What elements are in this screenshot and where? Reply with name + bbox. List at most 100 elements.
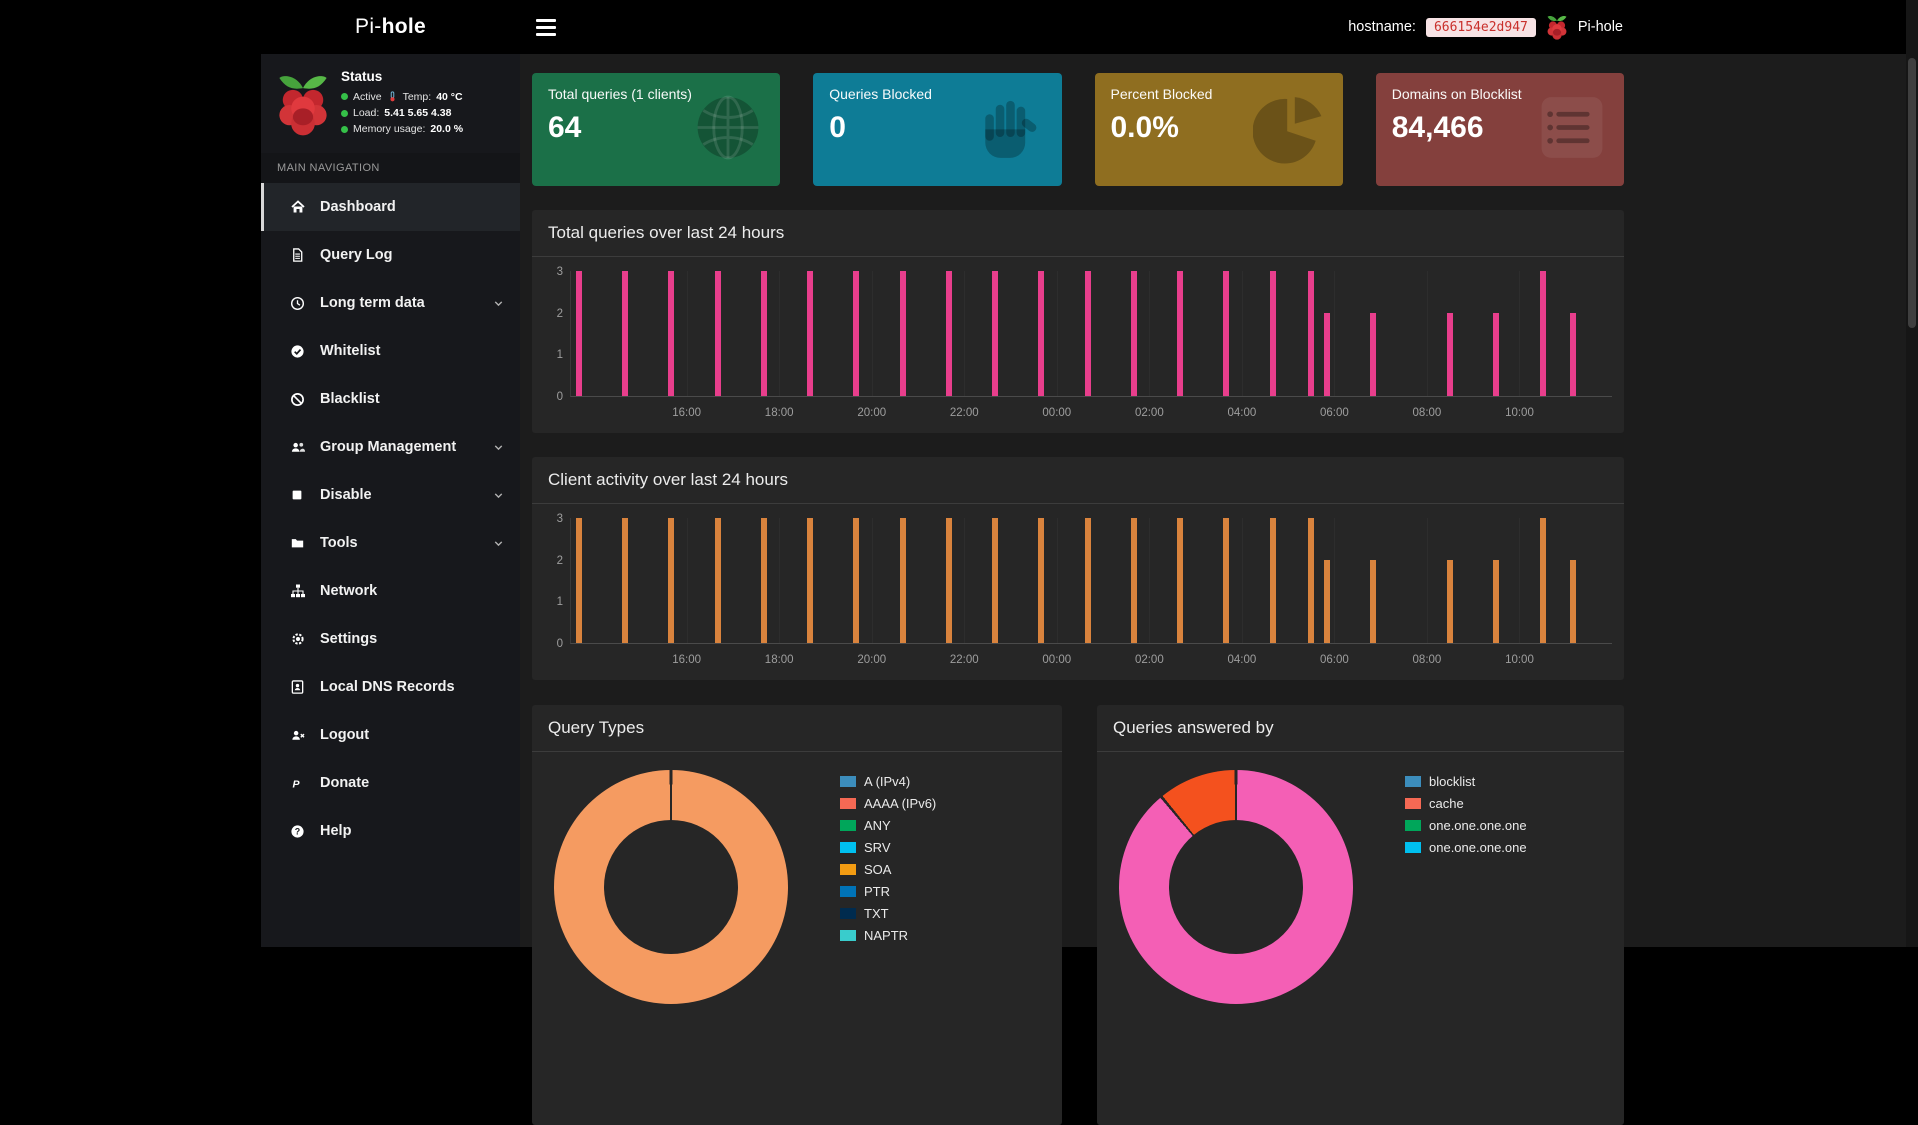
x-axis-tick-label: 04:00 <box>1227 654 1256 666</box>
legend-swatch <box>1405 820 1421 831</box>
summary-card-domains-on-blocklist[interactable]: Domains on Blocklist84,466 <box>1376 73 1624 186</box>
gridline <box>779 271 780 396</box>
chart-bar <box>668 271 674 396</box>
legend-item-txt[interactable]: TXT <box>840 902 936 924</box>
top-navbar: Pi-hole hostname: 666154e2d947 <box>261 0 1918 54</box>
x-axis-tick-label: 06:00 <box>1320 654 1349 666</box>
summary-card-queries-blocked[interactable]: Queries Blocked0 <box>813 73 1061 186</box>
panel-queries-answered: Queries answered by blocklistcacheone.on… <box>1097 705 1624 1125</box>
chart-bar <box>1493 560 1499 643</box>
legend-swatch <box>1405 776 1421 787</box>
chart-bar <box>576 518 582 643</box>
y-axis-tick-label: 3 <box>543 513 563 525</box>
chart-bar <box>807 518 813 643</box>
gridline <box>964 518 965 643</box>
sidebar-item-label: Donate <box>320 775 369 791</box>
users-icon <box>290 440 307 455</box>
scrollbar-thumb[interactable] <box>1908 58 1916 328</box>
chart-bar <box>715 271 721 396</box>
sidebar-item-query-log[interactable]: Query Log <box>261 231 520 279</box>
chevron-down-icon <box>492 297 505 310</box>
status-active-label: Active <box>353 91 382 103</box>
chart-bar <box>1570 560 1576 643</box>
legend-label: SRV <box>864 840 891 855</box>
sidebar-item-label: Disable <box>320 487 372 503</box>
chart-bar <box>900 518 906 643</box>
page-scrollbar[interactable] <box>1906 0 1918 947</box>
load-label: Load: <box>353 107 379 119</box>
chevron-down-icon <box>492 489 505 502</box>
logo-text-bold: hole <box>382 15 426 39</box>
sidebar-logo[interactable]: Pi-hole <box>261 0 520 54</box>
legend-swatch <box>840 930 856 941</box>
gridline <box>1149 271 1150 396</box>
legend-item-srv[interactable]: SRV <box>840 836 936 858</box>
legend-label: AAAA (IPv6) <box>864 796 936 811</box>
hostname-badge: 666154e2d947 <box>1426 18 1536 37</box>
sidebar-section-label: MAIN NAVIGATION <box>261 153 520 183</box>
status-title: Status <box>341 69 463 84</box>
queries-answered-donut-chart <box>1119 770 1353 1004</box>
sidebar-item-help[interactable]: ?Help <box>261 807 520 855</box>
legend-item-one-one-one-one[interactable]: one.one.one.one <box>1405 836 1527 858</box>
gridline <box>1334 518 1335 643</box>
legend-swatch <box>840 842 856 853</box>
sidebar-item-label: Dashboard <box>320 199 396 215</box>
sidebar-item-dashboard[interactable]: Dashboard <box>261 183 520 231</box>
summary-cards-row: Total queries (1 clients)64 Queries Block… <box>532 73 1624 186</box>
x-axis-tick-label: 20:00 <box>857 407 886 419</box>
gridline <box>964 271 965 396</box>
chart-bar <box>853 518 859 643</box>
gridline <box>1242 271 1243 396</box>
gridline <box>1149 518 1150 643</box>
panel-query-types: Query Types A (IPv4)AAAA (IPv6)ANYSRVSOA… <box>532 705 1062 1125</box>
sidebar-item-tools[interactable]: Tools <box>261 519 520 567</box>
sidebar-item-group-management[interactable]: Group Management <box>261 423 520 471</box>
sidebar-item-blacklist[interactable]: Blacklist <box>261 375 520 423</box>
bottom-panels-row: Query Types A (IPv4)AAAA (IPv6)ANYSRVSOA… <box>532 680 1624 1125</box>
sidebar-item-local-dns-records[interactable]: Local DNS Records <box>261 663 520 711</box>
gridline <box>1057 518 1058 643</box>
raspberry-logo-icon <box>276 69 330 141</box>
legend-item-ptr[interactable]: PTR <box>840 880 936 902</box>
memory-label: Memory usage: <box>353 123 425 135</box>
x-axis-tick-label: 18:00 <box>765 407 794 419</box>
x-axis-tick-label: 02:00 <box>1135 407 1164 419</box>
sidebar-item-long-term-data[interactable]: Long term data <box>261 279 520 327</box>
legend-item-any[interactable]: ANY <box>840 814 936 836</box>
hand-icon <box>972 89 1048 170</box>
y-axis-tick-label: 1 <box>543 349 563 361</box>
chart-bar <box>900 271 906 396</box>
panel-title-client-activity: Client activity over last 24 hours <box>532 457 1624 504</box>
legend-swatch <box>1405 798 1421 809</box>
sidebar-item-label: Tools <box>320 535 358 551</box>
summary-card-percent-blocked[interactable]: Percent Blocked0.0% <box>1095 73 1343 186</box>
legend-item-soa[interactable]: SOA <box>840 858 936 880</box>
check-circle-icon <box>290 344 307 359</box>
sidebar-item-settings[interactable]: Settings <box>261 615 520 663</box>
legend-label: blocklist <box>1429 774 1475 789</box>
summary-card-total-queries-1-clients[interactable]: Total queries (1 clients)64 <box>532 73 780 186</box>
legend-item-cache[interactable]: cache <box>1405 792 1527 814</box>
svg-text:P: P <box>292 778 300 790</box>
y-axis-tick-label: 1 <box>543 596 563 608</box>
sidebar-item-donate[interactable]: P Donate <box>261 759 520 807</box>
chart-bar <box>668 518 674 643</box>
settings-icon <box>290 631 307 647</box>
legend-item-one-one-one-one[interactable]: one.one.one.one <box>1405 814 1527 836</box>
sidebar-item-disable[interactable]: Disable <box>261 471 520 519</box>
sidebar-toggle-button[interactable] <box>536 19 556 36</box>
legend-item-naptr[interactable]: NAPTR <box>840 924 936 946</box>
chart-bar <box>807 271 813 396</box>
legend-item-aaaa-ipv6[interactable]: AAAA (IPv6) <box>840 792 936 814</box>
legend-swatch <box>840 798 856 809</box>
legend-item-a-ipv4[interactable]: A (IPv4) <box>840 770 936 792</box>
bar-chart-client_activity: 16:0018:0020:0022:0000:0002:0004:0006:00… <box>532 504 1624 680</box>
list-icon <box>1534 89 1610 170</box>
sidebar-item-whitelist[interactable]: Whitelist <box>261 327 520 375</box>
sidebar-item-logout[interactable]: Logout <box>261 711 520 759</box>
sidebar-item-network[interactable]: Network <box>261 567 520 615</box>
legend-item-blocklist[interactable]: blocklist <box>1405 770 1527 792</box>
sidebar-item-label: Logout <box>320 727 369 743</box>
load-value: 5.41 5.65 4.38 <box>384 107 451 119</box>
